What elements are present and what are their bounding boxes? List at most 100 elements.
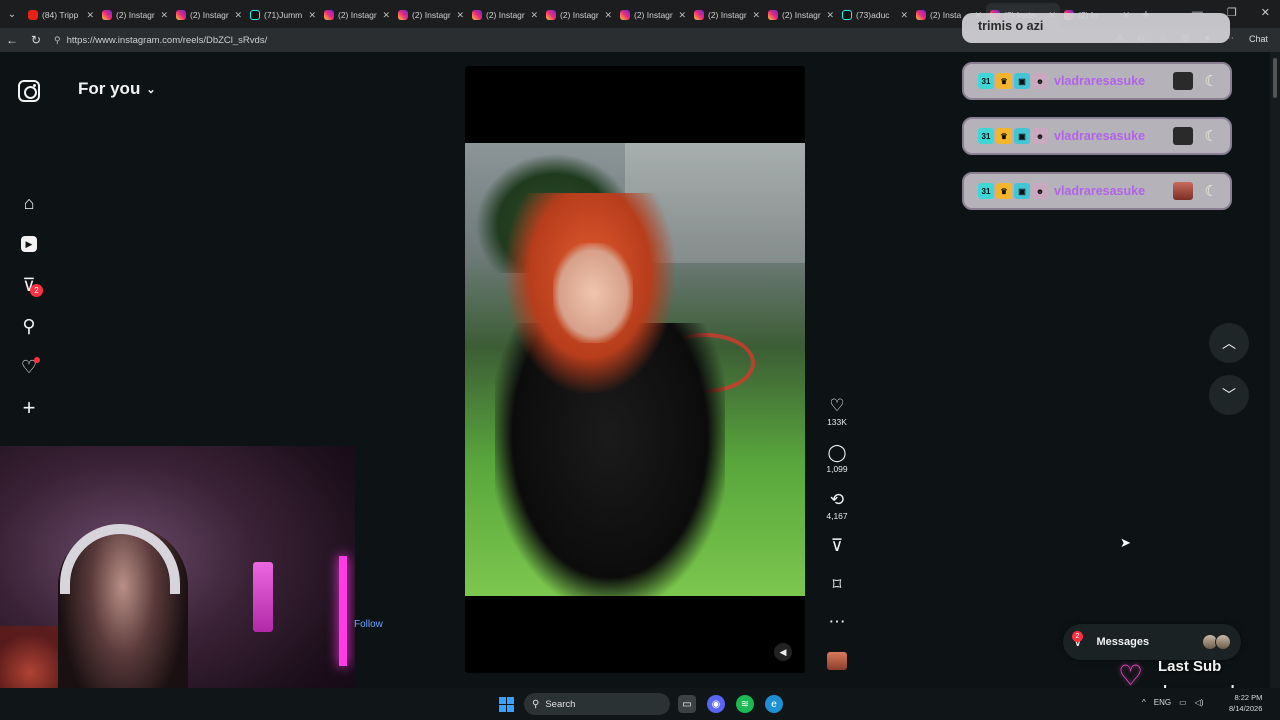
tab-close-icon[interactable]: ✕ [234,10,242,21]
taskbar-search[interactable]: ⚲ Search [524,693,670,715]
browser-tab[interactable]: (2) Instagr ✕ [542,3,616,27]
gift-badge-icon: ▣ [1014,183,1030,199]
messages-badge: 2 [1072,631,1083,642]
repost-icon[interactable]: ⟲ [830,490,844,510]
browser-tab[interactable]: (2) Instagr ✕ [320,3,394,27]
bookmark-icon[interactable]: ⌑ [833,575,842,595]
language-indicator[interactable]: ENG [1154,698,1171,707]
copilot-button[interactable]: Chat [1249,34,1268,44]
tab-favicon-icon [324,10,334,20]
chevron-down-icon: ﹀ [1222,387,1236,403]
chevron-down-icon: ⌄ [146,83,156,96]
like-count: 133K [827,417,847,427]
more-action[interactable]: ⋯ [820,612,854,632]
browser-tab[interactable]: (2) Instagr ✕ [98,3,172,27]
volume-icon[interactable]: ◁) [1195,698,1204,707]
home-icon[interactable]: ⌂ [17,191,41,215]
reel-video-frame[interactable] [465,143,805,596]
tab-actions-chevron-icon[interactable]: ⌄ [0,0,24,28]
tab-close-icon[interactable]: ✕ [604,10,612,21]
task-view-icon[interactable]: ▭ [678,695,696,713]
next-reel-button[interactable]: ﹀ [1209,375,1249,415]
tab-title: (73)aduc [856,10,890,20]
browser-tab[interactable]: (2) Instagr ✕ [394,3,468,27]
crown-badge-icon: ♛ [996,128,1012,144]
tab-close-icon[interactable]: ✕ [308,10,316,21]
search-icon: ⚲ [532,698,540,710]
reels-icon[interactable]: ▶ [17,232,41,256]
heart-outline-icon: ♡ [1118,660,1144,691]
browser-tab[interactable]: (71)Jumm ✕ [246,3,320,27]
browser-tab[interactable]: (2) Instagr ✕ [172,3,246,27]
tab-close-icon[interactable]: ✕ [678,10,686,21]
reel-player[interactable]: ◀ [465,66,805,673]
browser-tab[interactable]: (73)aduc ✕ [838,3,912,27]
tab-close-icon[interactable]: ✕ [900,10,908,21]
share-paper-plane-icon[interactable]: ⊽ [831,536,843,556]
share-action[interactable]: ⊽ [820,536,854,556]
save-action[interactable]: ⌑ [820,575,854,595]
gift-badge-icon: ▣ [1014,73,1030,89]
edge-icon[interactable]: e [765,695,783,713]
browser-tab[interactable]: (84) Tripp ✕ [24,3,98,27]
browser-tab[interactable]: (2) Instagr ✕ [690,3,764,27]
previous-reel-button[interactable]: ︿ [1209,323,1249,363]
url-field[interactable]: ⚲ https://www.instagram.com/reels/DbZCl_… [54,31,654,49]
tab-close-icon[interactable]: ✕ [86,10,94,21]
repost-action[interactable]: ⟲ 4,167 [820,490,854,521]
tab-title: (84) Tripp [42,10,79,20]
tray-chevron-up-icon[interactable]: ^ [1142,698,1146,707]
copilot-label: Chat [1248,34,1268,44]
comment-icon[interactable]: ◯ [827,443,846,463]
tab-close-icon[interactable]: ✕ [752,10,760,21]
moon-icon: ☾ [1204,73,1218,90]
instagram-logo-icon[interactable] [18,80,40,102]
tab-close-icon[interactable]: ✕ [530,10,538,21]
audio-thumbnail[interactable] [827,652,847,670]
video-person-face [553,243,633,343]
feed-selector[interactable]: For you ⌄ [78,79,156,99]
tab-favicon-icon [102,10,112,20]
comment-action[interactable]: ◯ 1,099 [820,443,854,474]
browser-tab[interactable]: (2) Instagr ✕ [468,3,542,27]
tab-close-icon[interactable]: ✕ [456,10,464,21]
network-icon[interactable]: ▭ [1179,698,1187,707]
tab-close-icon[interactable]: ✕ [160,10,168,21]
more-dots-icon[interactable]: ⋯ [829,612,846,632]
clock-date: 8/14/2026 [1229,704,1263,713]
messages-pill[interactable]: ⊽ 2 Messages [1063,624,1241,660]
browser-tab[interactable]: (2) Instagr ✕ [764,3,838,27]
browser-tab[interactable]: (2) Instagr ✕ [616,3,690,27]
tab-title: (2) Instagr [782,10,821,20]
chat-emote-icon [1172,72,1193,90]
spotify-icon[interactable]: ≋ [736,695,754,713]
create-plus-icon[interactable]: + [17,395,41,420]
chat-badges: 31 ♛ ▣ ☻ [978,183,1048,199]
close-window-icon[interactable]: ✕ [1261,6,1270,19]
discord-icon[interactable]: ◉ [707,695,725,713]
search-icon[interactable]: ⚲ [17,314,41,338]
notification-badge: 2 [30,284,43,297]
tab-close-icon[interactable]: ✕ [826,10,834,21]
windows-start-icon[interactable] [499,697,514,712]
chat-username: vladraresasuke [1054,184,1146,198]
tab-title: (2) Instagr [486,10,525,20]
like-action[interactable]: ♡ 133K [820,396,854,427]
page-scrollbar[interactable] [1270,52,1280,688]
mute-speaker-icon[interactable]: ◀ [774,643,792,661]
gift-badge-icon: ▣ [1014,128,1030,144]
tab-favicon-icon [250,10,260,20]
back-arrow-icon[interactable]: ← [0,33,24,47]
chevron-up-icon: ︿ [1222,335,1236,351]
webcam-neon-bar [339,556,347,666]
taskbar-clock[interactable]: 8:22 PM 8/14/2026 [1229,692,1262,714]
emote-badge-icon: ☻ [1032,183,1048,199]
site-info-icon[interactable]: ⚲ [54,35,61,46]
comment-count: 1,099 [826,464,848,474]
scrollbar-thumb[interactable] [1273,58,1277,98]
follow-link[interactable]: Follow [354,619,383,630]
heart-icon[interactable]: ♡ [829,396,844,416]
refresh-icon[interactable]: ↻ [24,33,48,47]
tab-close-icon[interactable]: ✕ [382,10,390,21]
tab-title: (2) Instagr [116,10,155,20]
